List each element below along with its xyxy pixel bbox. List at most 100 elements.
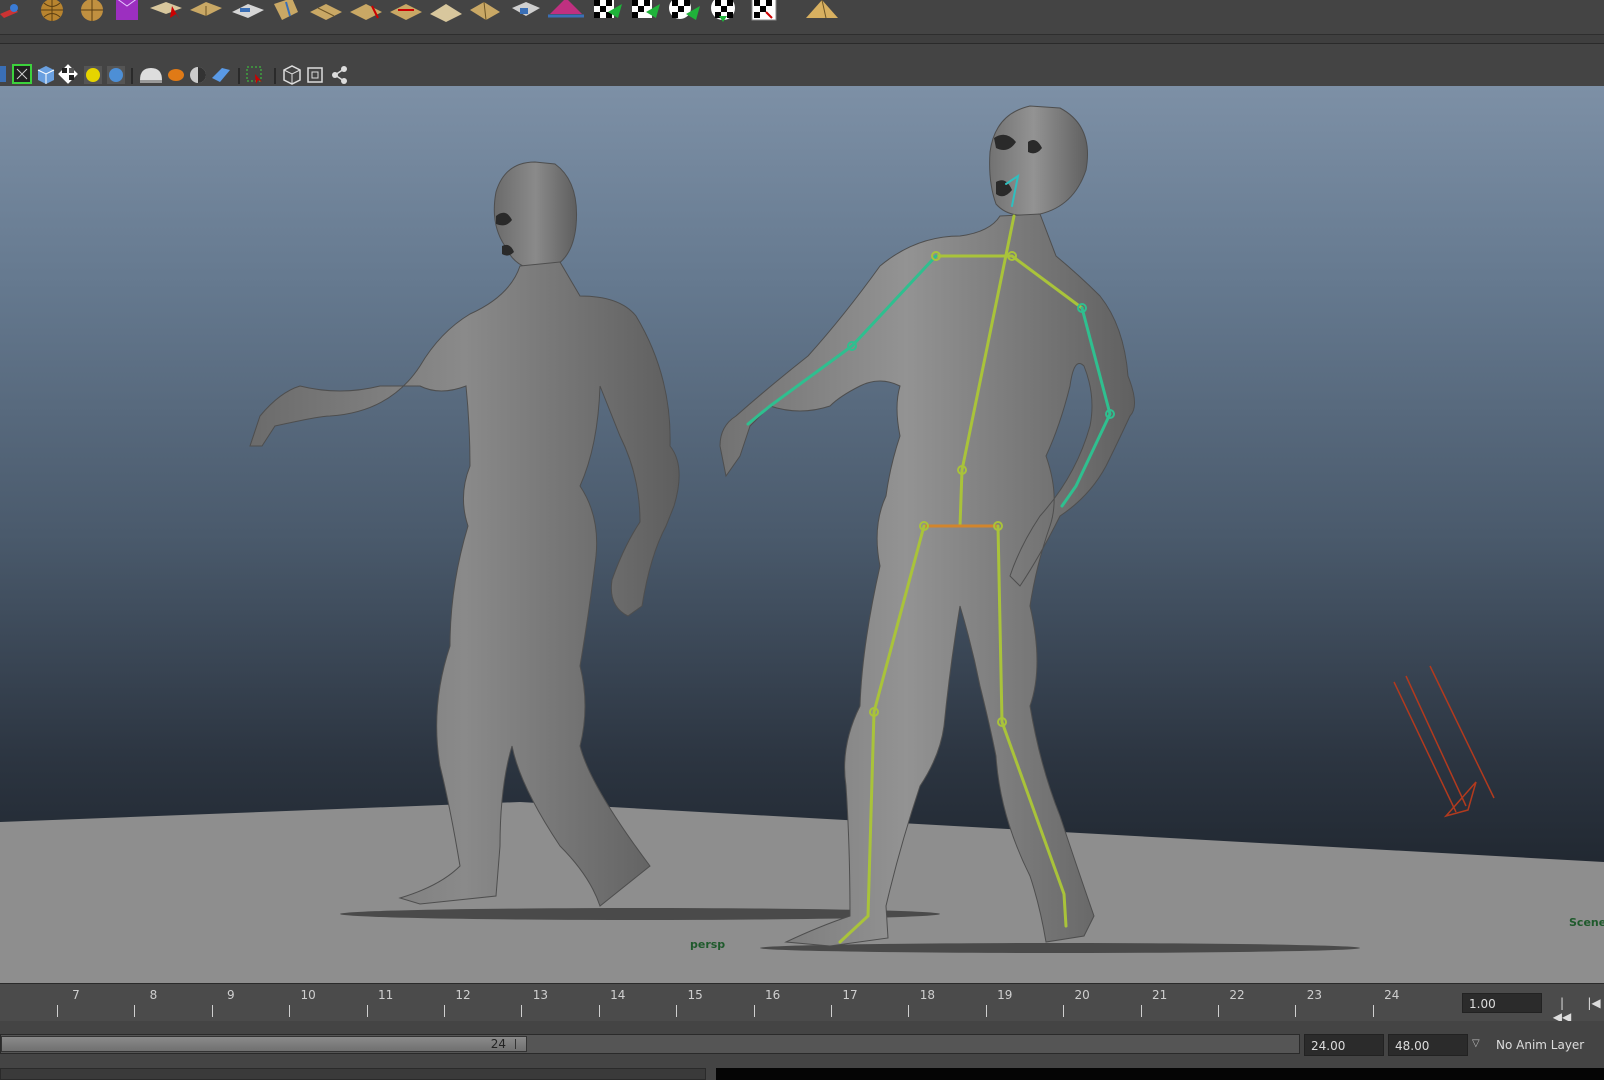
- frame-label: 20: [1074, 988, 1090, 1002]
- uv-select-icon[interactable]: [150, 2, 182, 20]
- frame-tick: [289, 1005, 291, 1017]
- shadows-icon[interactable]: [107, 66, 125, 84]
- uv-cut-icon[interactable]: [350, 4, 382, 20]
- lights-icon[interactable]: [84, 66, 102, 84]
- animation-end-field[interactable]: 48.00: [1388, 1034, 1468, 1056]
- frame-label: 11: [377, 988, 394, 1002]
- shelf-toolbar: [0, 0, 1604, 35]
- frame-tick: [831, 1005, 832, 1017]
- frame-label: 14: [610, 988, 626, 1002]
- frame-label: 10: [300, 988, 316, 1002]
- camera-label: persp: [690, 938, 726, 951]
- uv-flatten-icon[interactable]: [430, 4, 462, 22]
- xray-icon[interactable]: [140, 68, 162, 83]
- uv-unfold-icon[interactable]: [190, 2, 222, 16]
- backface-icon[interactable]: [212, 68, 230, 82]
- frame-label: 16: [764, 988, 781, 1002]
- shelf-separator: [0, 35, 1604, 44]
- frame-icon[interactable]: [307, 67, 323, 83]
- frame-label: 15: [687, 988, 703, 1002]
- frame-tick: [908, 1005, 910, 1017]
- frame-tick: [521, 1005, 523, 1017]
- frame-label: 17: [842, 988, 858, 1002]
- frame-tick: [444, 1005, 445, 1017]
- perspective-viewport[interactable]: persp Scene: [0, 86, 1604, 983]
- checker-icon[interactable]: [58, 64, 78, 84]
- select-camera-icon[interactable]: [246, 66, 262, 84]
- cube-texture-icon[interactable]: [116, 0, 138, 20]
- frame-label: 21: [1151, 988, 1168, 1002]
- uv-layout-icon[interactable]: [310, 4, 342, 20]
- uv-sew-icon[interactable]: [390, 4, 422, 20]
- frame-tick: [985, 1005, 987, 1017]
- grip-icon: [515, 1039, 522, 1049]
- zombie-mesh-left: [249, 161, 680, 907]
- range-slider-bar: 24 24.00 48.00 ▽ No Anim Layer: [0, 1021, 1604, 1067]
- shelf-icons: [0, 0, 838, 22]
- divider-3: [274, 68, 276, 84]
- uv-pyramid-icon-2[interactable]: [806, 0, 838, 19]
- checker-icon[interactable]: [711, 0, 735, 22]
- frame-tick: [676, 1005, 678, 1017]
- frame-label: 8: [149, 988, 158, 1002]
- uv-cylinder-icon[interactable]: [274, 0, 298, 20]
- rendering-icon[interactable]: [0, 0, 20, 22]
- time-ruler[interactable]: 7 8 9 10 11 12 13 14 15 16 17 18 19 20 21 22 23 24: [0, 984, 1458, 1021]
- frame-tick: [1218, 1005, 1219, 1017]
- share-icon[interactable]: [332, 66, 347, 84]
- range-slider-handle[interactable]: 24: [1, 1036, 527, 1052]
- frame-tick: [1295, 1005, 1297, 1017]
- checker-select-icon[interactable]: [751, 0, 777, 21]
- range-slider[interactable]: 24: [0, 1034, 1300, 1054]
- divider-2: [238, 68, 240, 84]
- xray-components-icon[interactable]: [190, 67, 206, 83]
- frame-tick: [753, 1005, 755, 1017]
- frame-label: 19: [997, 988, 1013, 1002]
- xray-joints-icon[interactable]: [168, 69, 184, 81]
- wireframe-shaded-icon[interactable]: [12, 64, 32, 84]
- frame-tick: [366, 1005, 368, 1017]
- current-frame-field[interactable]: 1.00: [1462, 993, 1542, 1013]
- uv-plane-icon[interactable]: [232, 4, 264, 18]
- sphere-grid-icon[interactable]: [41, 0, 63, 21]
- uv-move-icon[interactable]: [512, 2, 540, 16]
- divider: [131, 68, 133, 84]
- panel-toolbar-icons: [0, 64, 347, 85]
- frame-label: 7: [72, 988, 80, 1002]
- frame-label: 13: [532, 988, 549, 1002]
- uv-normalize-icon[interactable]: [548, 0, 584, 18]
- frame-label: 24: [1384, 988, 1400, 1002]
- step-back-button[interactable]: |◀: [1584, 996, 1604, 1010]
- range-handle-value: 24: [490, 1037, 506, 1051]
- checker-smooth-icon[interactable]: [669, 0, 700, 20]
- playback-end-field[interactable]: 24.00: [1304, 1034, 1384, 1056]
- textured-icon[interactable]: [37, 66, 55, 84]
- anim-layer-dropdown[interactable]: No Anim Layer: [1490, 1034, 1604, 1056]
- scene-label: Scene: [1569, 916, 1604, 929]
- frame-tick: [211, 1005, 213, 1017]
- panel-toolbar: [0, 44, 1604, 86]
- chevron-down-icon[interactable]: ▽: [1472, 1038, 1486, 1052]
- frame-label: 12: [455, 988, 471, 1002]
- viewport-scene: [0, 105, 1604, 983]
- time-slider[interactable]: 7 8 9 10 11 12 13 14 15 16 17 18 19 20 21 22 23 24 1.00 |…: [0, 983, 1604, 1024]
- frame-tick: [57, 1005, 58, 1017]
- frame-tick: [1372, 1005, 1374, 1017]
- frame-label: 18: [919, 988, 936, 1002]
- checker-arrow-icon-2[interactable]: [632, 0, 660, 18]
- shadow-right: [760, 943, 1360, 953]
- frame-label: 22: [1229, 988, 1245, 1002]
- uv-pyramid-icon[interactable]: [470, 1, 500, 21]
- go-to-start-button[interactable]: |◀◀: [1552, 996, 1572, 1024]
- frame-label: 23: [1306, 988, 1323, 1002]
- command-input[interactable]: [0, 1068, 706, 1080]
- frame-tick: [598, 1005, 600, 1017]
- frame-tick: [1140, 1005, 1142, 1017]
- ground-plane: [0, 802, 1604, 983]
- command-result: [716, 1068, 1604, 1080]
- cube-icon[interactable]: [283, 65, 301, 85]
- isolate-icon[interactable]: [0, 66, 6, 82]
- sphere-grid-icon-2[interactable]: [81, 0, 103, 21]
- checker-arrow-icon[interactable]: [594, 0, 622, 18]
- frame-tick: [1063, 1005, 1065, 1017]
